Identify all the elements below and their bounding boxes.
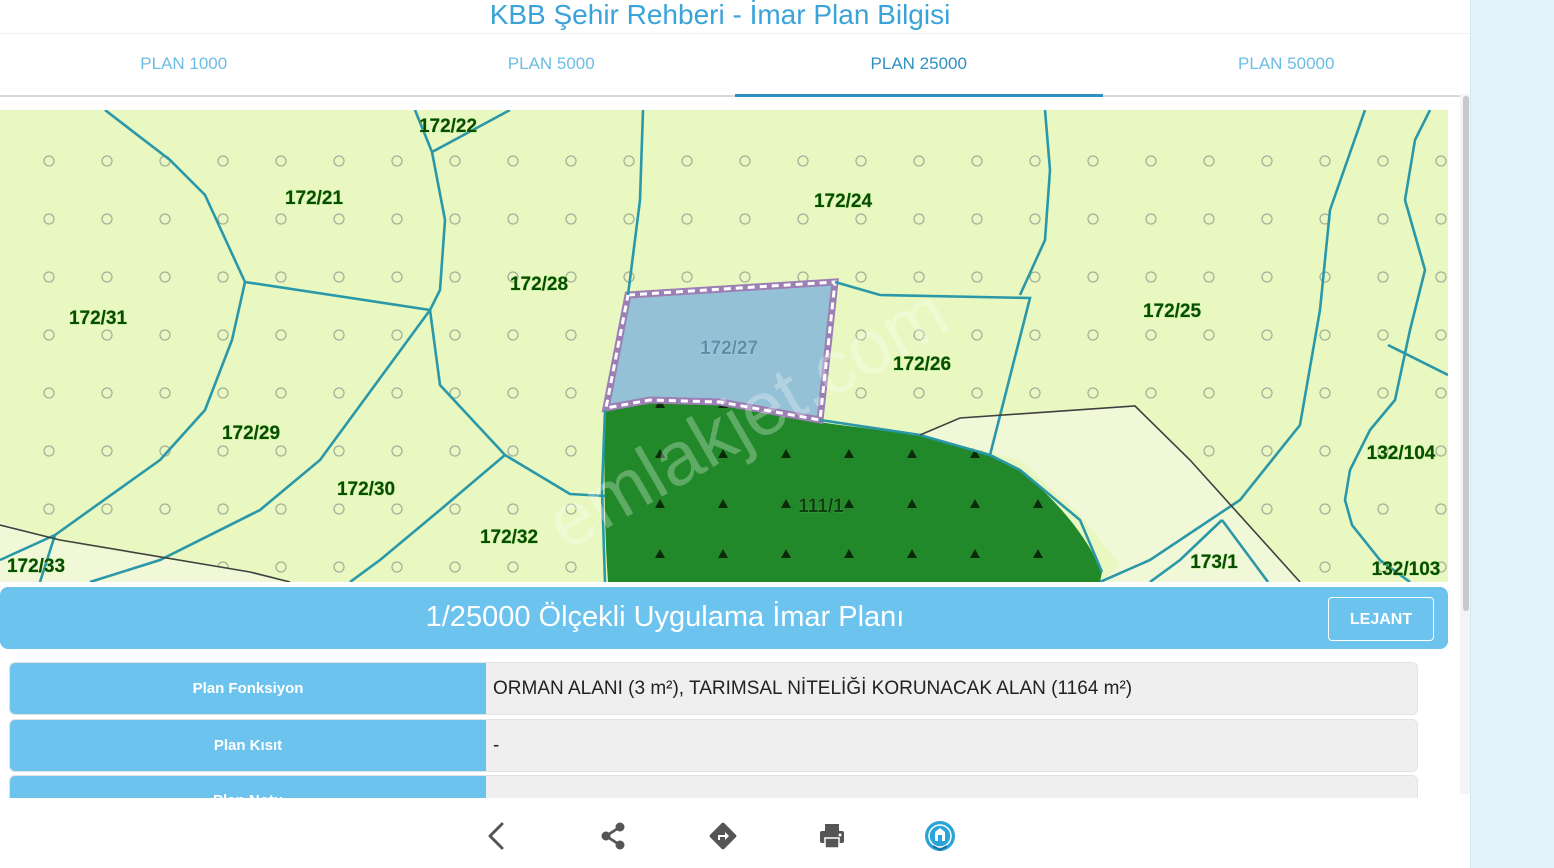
parcel-label: 172/29 <box>222 423 280 444</box>
parcel-label: 172/27 <box>700 338 758 359</box>
scrollbar-thumb[interactable] <box>1463 96 1469 611</box>
parcel-label: 172/24 <box>814 191 873 212</box>
parcel-label: 132/104 <box>1367 443 1436 464</box>
lejant-button[interactable]: LEJANT <box>1328 597 1434 641</box>
parcel-label: 132/103 <box>1372 559 1441 580</box>
info-row-plan-kisit: Plan Kısıt - <box>9 719 1418 772</box>
tab-plan-25000[interactable]: PLAN 25000 <box>735 34 1103 97</box>
plan-header: 1/25000 Ölçekli Uygulama İmar Planı LEJA… <box>0 587 1448 649</box>
parcel-label: 172/25 <box>1143 301 1202 322</box>
plan-tabs: PLAN 1000 PLAN 5000 PLAN 25000 PLAN 5000… <box>0 33 1470 97</box>
zoning-map[interactable]: 172/22 172/21 172/24 172/31 172/28 172/2… <box>0 110 1448 582</box>
info-key: Plan Kısıt <box>10 720 486 771</box>
parcel-label: 172/33 <box>7 556 65 577</box>
info-value: - <box>493 735 500 756</box>
parcel-label: 172/22 <box>419 116 477 137</box>
tab-plan-5000[interactable]: PLAN 5000 <box>368 34 736 95</box>
info-value: ORMAN ALANI (3 m²), TARIMSAL NİTELİĞİ KO… <box>493 678 1133 699</box>
parcel-label: 172/31 <box>69 308 128 329</box>
info-row-plan-fonksiyon: Plan Fonksiyon ORMAN ALANI (3 m²), TARIM… <box>9 662 1418 715</box>
directions-icon[interactable] <box>705 818 741 854</box>
page-title: KBB Şehir Rehberi - İmar Plan Bilgisi <box>489 0 951 30</box>
parcel-label: 111/1 <box>798 496 844 517</box>
tab-plan-50000[interactable]: PLAN 50000 <box>1103 34 1471 95</box>
parcel-label: 172/21 <box>285 188 344 209</box>
city-logo-icon[interactable] <box>922 818 958 854</box>
parcel-label: 172/28 <box>510 274 568 295</box>
plan-title: 1/25000 Ölçekli Uygulama İmar Planı <box>425 601 905 633</box>
share-icon[interactable] <box>595 818 631 854</box>
parcel-label: 172/32 <box>480 527 538 548</box>
parcel-label: 173/1 <box>1190 552 1238 573</box>
tab-plan-1000[interactable]: PLAN 1000 <box>0 34 368 95</box>
print-icon[interactable] <box>814 818 850 854</box>
parcel-label: 172/30 <box>337 479 395 500</box>
back-icon[interactable] <box>478 818 514 854</box>
info-key: Plan Fonksiyon <box>10 663 486 714</box>
right-background <box>1470 0 1554 868</box>
